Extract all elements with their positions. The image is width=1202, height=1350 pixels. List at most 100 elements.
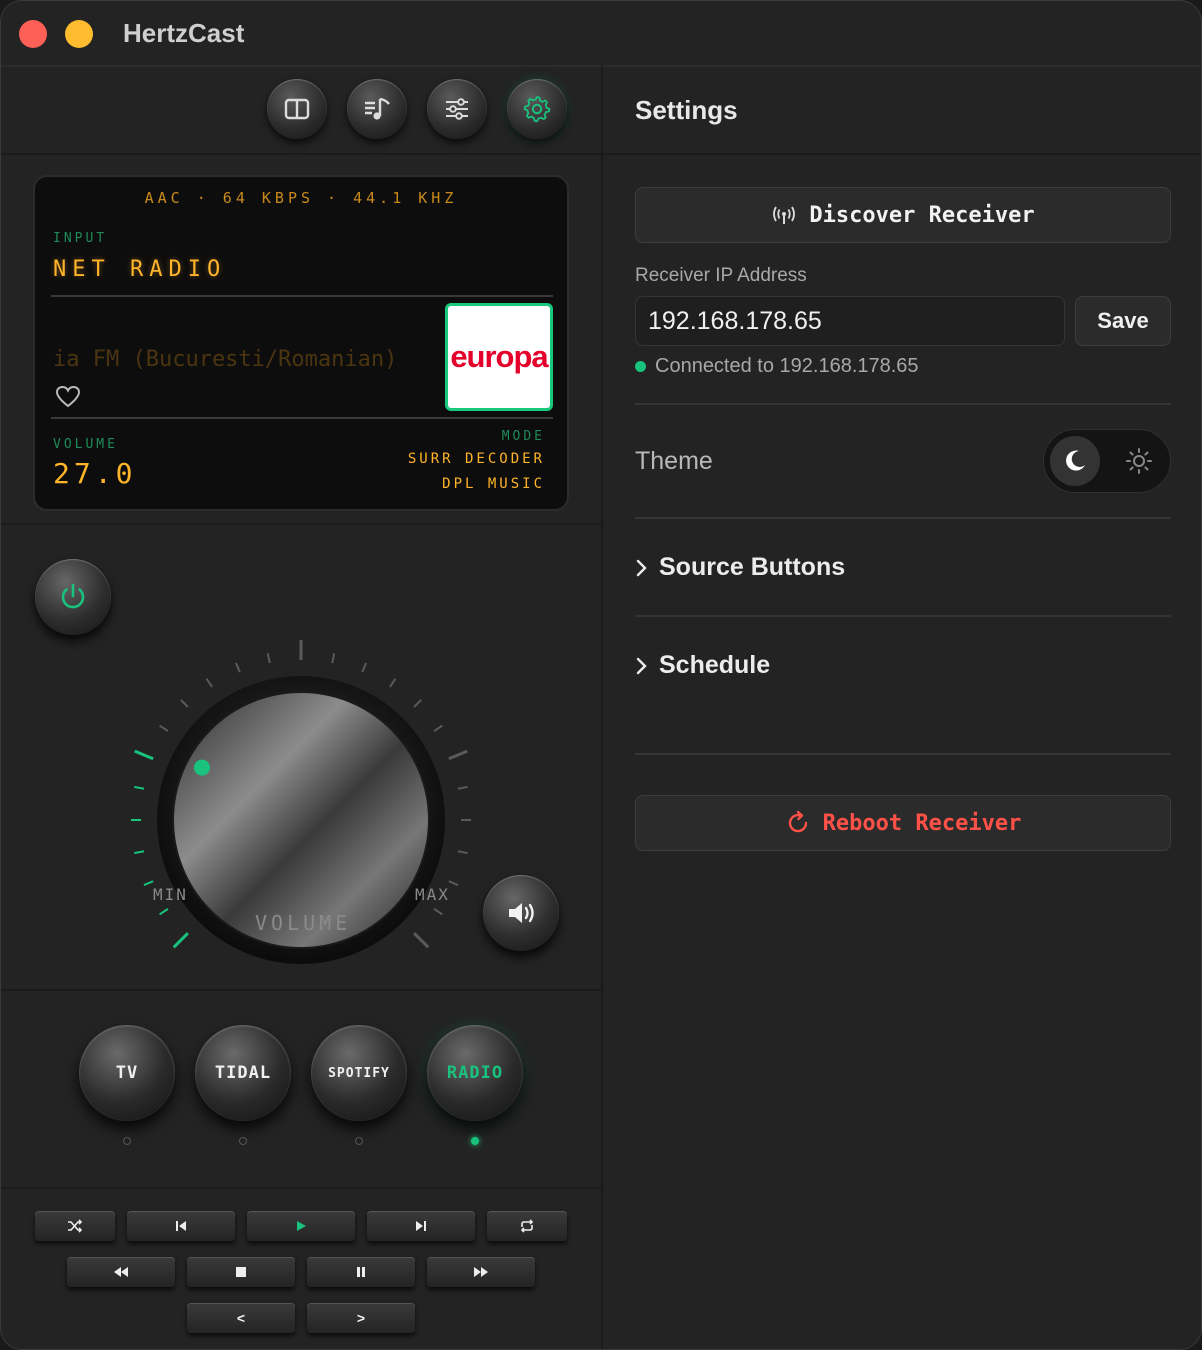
reboot-receiver-button[interactable]: Reboot Receiver: [635, 795, 1171, 851]
next-button[interactable]: [367, 1211, 475, 1241]
volume-tick: [180, 699, 189, 708]
mode-program: DPL MUSIC: [442, 476, 545, 492]
source-button-radio[interactable]: RADIO: [427, 1025, 523, 1121]
nav-right-button[interactable]: >: [307, 1303, 415, 1333]
play-button[interactable]: [247, 1211, 355, 1241]
volume-tick: [143, 880, 154, 886]
stream-format: AAC · 64 KBPS · 44.1 KHZ: [144, 189, 458, 207]
display-divider: [51, 417, 553, 419]
volume-tick: [413, 932, 430, 949]
layout-button[interactable]: [267, 79, 327, 139]
source-buttons-label: Source Buttons: [659, 553, 846, 581]
settings-header-divider: [603, 153, 1201, 155]
sliders-icon: [446, 98, 468, 120]
app-window: HertzCast AAC · 64 KBPS · 44.1 KHZ INPUT…: [0, 0, 1202, 1350]
volume-tick: [134, 785, 145, 790]
knob-max-label: MAX: [415, 885, 450, 904]
source-button-spotify[interactable]: SPOTIFY: [311, 1025, 407, 1121]
source-buttons-section[interactable]: Source Buttons: [635, 553, 845, 582]
antenna-icon: [773, 206, 796, 224]
layout-icon: [284, 98, 310, 120]
source-button-tidal[interactable]: TIDAL: [195, 1025, 291, 1121]
knob-section-divider: [1, 989, 601, 991]
reboot-label: Reboot Receiver: [822, 810, 1022, 836]
stop-button[interactable]: [187, 1257, 295, 1287]
discover-receiver-button[interactable]: Discover Receiver: [635, 187, 1171, 243]
power-button[interactable]: [35, 559, 111, 635]
source-indicator: [355, 1137, 363, 1145]
volume-tick: [389, 678, 397, 688]
mode-decoder: SURR DECODER: [407, 451, 545, 467]
app-title: HertzCast: [123, 18, 245, 48]
knob-face: [172, 691, 430, 949]
stop-icon: [236, 1267, 246, 1277]
save-button[interactable]: Save: [1075, 296, 1171, 346]
gear-icon: [523, 96, 551, 123]
volume-label: VOLUME: [53, 437, 118, 452]
equalizer-button[interactable]: [427, 79, 487, 139]
mute-button[interactable]: [483, 875, 559, 951]
settings-panel: Settings Discover Receiver Receiver IP A…: [603, 65, 1201, 1349]
source-label: TV: [115, 1063, 139, 1083]
station-logo-text: europa: [450, 339, 548, 374]
rewind-icon: [114, 1267, 128, 1277]
volume-tick: [266, 653, 271, 664]
toolbar-divider: [1, 153, 601, 155]
rewind-button[interactable]: [67, 1257, 175, 1287]
source-label: TIDAL: [214, 1063, 272, 1083]
volume-tick: [172, 932, 189, 949]
knob-min-label: MIN: [153, 885, 188, 904]
chevron-right-icon: [636, 559, 647, 576]
volume-tick: [331, 653, 336, 664]
knob-label: VOLUME: [255, 911, 352, 935]
knob-indicator: [194, 759, 211, 776]
volume-tick: [457, 850, 468, 855]
previous-icon: [176, 1221, 186, 1231]
settings-divider: [635, 403, 1171, 405]
theme-toggle[interactable]: [1043, 429, 1171, 493]
volume-tick: [413, 699, 422, 708]
settings-button[interactable]: [507, 79, 567, 139]
source-section-divider: [1, 1187, 601, 1189]
connection-status: Connected to 192.168.178.65: [635, 355, 919, 378]
volume-tick: [448, 749, 468, 761]
input-label: INPUT: [53, 231, 108, 246]
ip-address-input[interactable]: [635, 296, 1065, 346]
nav-left-button[interactable]: <: [187, 1303, 295, 1333]
source-label: SPOTIFY: [328, 1065, 390, 1081]
settings-divider: [635, 615, 1171, 617]
connection-status-text: Connected to 192.168.178.65: [655, 355, 919, 377]
display-section-divider: [1, 523, 601, 525]
sun-icon[interactable]: [1124, 446, 1154, 476]
source-button-tv[interactable]: TV: [79, 1025, 175, 1121]
next-icon: [416, 1221, 426, 1231]
power-icon: [61, 583, 85, 609]
source-indicator: [123, 1137, 131, 1145]
heart-icon[interactable]: [55, 385, 81, 409]
restart-icon: [788, 810, 807, 833]
minimize-window-button[interactable]: [65, 20, 93, 48]
dark-mode-option[interactable]: [1050, 436, 1100, 486]
close-window-button[interactable]: [19, 20, 47, 48]
schedule-section[interactable]: Schedule: [635, 651, 770, 680]
discover-label: Discover Receiver: [809, 202, 1035, 228]
repeat-button[interactable]: [487, 1211, 567, 1241]
shuffle-icon: [68, 1219, 83, 1233]
volume-tick: [433, 908, 443, 916]
previous-button[interactable]: [127, 1211, 235, 1241]
fast-forward-button[interactable]: [427, 1257, 535, 1287]
volume-tick: [134, 850, 145, 855]
ip-field-label: Receiver IP Address: [635, 265, 807, 286]
source-label: RADIO: [446, 1063, 504, 1083]
title-bar: HertzCast: [1, 1, 1201, 65]
receiver-display: AAC · 64 KBPS · 44.1 KHZ INPUT NET RADIO…: [33, 175, 569, 511]
moon-icon: [1066, 450, 1085, 471]
shuffle-button[interactable]: [35, 1211, 115, 1241]
chevron-right-icon: [636, 657, 647, 674]
pause-button[interactable]: [307, 1257, 415, 1287]
music-button[interactable]: [347, 79, 407, 139]
speaker-icon: [509, 903, 534, 923]
nav-right-label: >: [356, 1310, 366, 1326]
station-logo: europa: [445, 303, 553, 411]
theme-label: Theme: [635, 447, 713, 475]
